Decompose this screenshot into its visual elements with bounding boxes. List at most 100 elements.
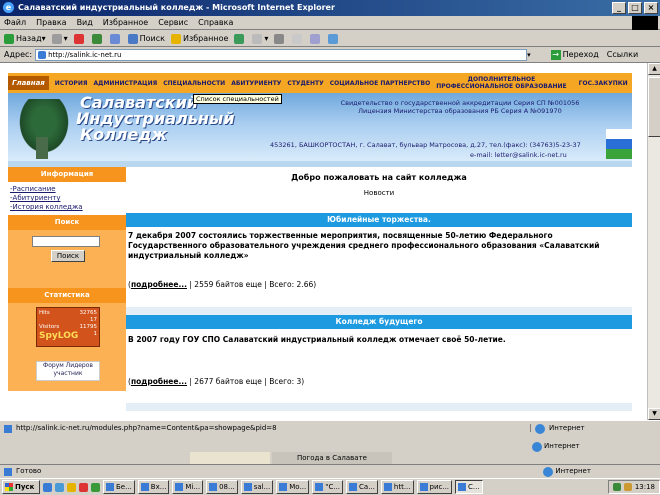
info-links: -Расписание -Абитуриенту -История коллед…: [8, 182, 126, 215]
task-6[interactable]: Мо...: [276, 480, 310, 494]
start-button[interactable]: Пуск: [2, 480, 40, 494]
article-1-text: 7 декабря 2007 состоялись торжественные …: [128, 231, 600, 260]
counter-value-2: 1: [93, 331, 98, 337]
flag-image: [606, 129, 632, 159]
windows-logo-icon: [632, 16, 658, 30]
task-11[interactable]: С...: [455, 480, 483, 494]
spylog-counter[interactable]: Hits 32765 17 Visitors 11795 SpyLOG 1: [36, 307, 100, 347]
task-3[interactable]: Mi...: [172, 480, 204, 494]
minimize-button[interactable]: _: [612, 2, 626, 14]
address-input[interactable]: http://salink.ic-net.ru: [35, 48, 528, 61]
nav-additional-line1: ДОПОЛНИТЕЛЬНОЕ: [467, 76, 536, 83]
messenger-button[interactable]: [328, 33, 340, 44]
quicklaunch-desktop-icon[interactable]: [55, 482, 64, 492]
menu-edit[interactable]: Правка: [36, 18, 66, 27]
link-applicant[interactable]: -Абитуриенту: [10, 194, 124, 203]
site-search-input[interactable]: [32, 236, 100, 247]
task-9[interactable]: htt...: [380, 480, 414, 494]
nav-specialties[interactable]: СПЕЦИАЛЬНОСТИ: [163, 80, 225, 87]
nav-home[interactable]: Главная: [8, 76, 49, 90]
stats-box: Hits 32765 17 Visitors 11795 SpyLOG 1 Форум…: [8, 303, 126, 391]
clock: 13:18: [634, 483, 655, 491]
window-title: Салаватский индустриальный колледж - Mic…: [18, 3, 335, 12]
article-2-text: В 2007 году ГОУ СПО Салаватский индустри…: [128, 335, 506, 344]
article-2-more-link[interactable]: подробнее...: [131, 377, 187, 386]
info-heading: Информация: [8, 167, 126, 182]
go-button[interactable]: → Переход: [550, 49, 599, 60]
site-search-button[interactable]: Поиск: [51, 250, 85, 262]
nav-applicant[interactable]: АБИТУРИЕНТУ: [231, 80, 281, 87]
task-5[interactable]: sal...: [240, 480, 274, 494]
vertical-scrollbar[interactable]: ▲ ▼: [647, 63, 660, 420]
edit-button[interactable]: [292, 33, 304, 44]
back-button[interactable]: Назад ▾: [4, 33, 46, 44]
maximize-button[interactable]: □: [628, 2, 642, 14]
history-button[interactable]: [234, 33, 246, 44]
star-icon: [170, 33, 181, 44]
discuss-button[interactable]: [310, 33, 322, 44]
hits-value: 32765: [79, 310, 98, 316]
window-controls: _ □ ×: [612, 2, 658, 14]
task-2[interactable]: Вх...: [137, 480, 170, 494]
forward-button[interactable]: ▾: [51, 33, 68, 44]
forum-subtitle: участник: [53, 370, 83, 377]
stop-button[interactable]: [73, 33, 86, 44]
scroll-thumb[interactable]: [648, 77, 660, 137]
weather-label[interactable]: Погода в Салавате: [272, 452, 392, 464]
quicklaunch-media-icon[interactable]: [79, 482, 88, 492]
link-college-history[interactable]: -История колледжа: [10, 203, 124, 212]
menu-file[interactable]: Файл: [4, 18, 26, 27]
tray-volume-icon[interactable]: [623, 483, 632, 491]
go-arrow-icon: →: [550, 49, 561, 60]
refresh-icon: [91, 33, 102, 44]
quicklaunch-outlook-icon[interactable]: [67, 482, 76, 492]
quicklaunch-ie-icon[interactable]: [43, 482, 52, 492]
scroll-up-icon[interactable]: ▲: [648, 63, 660, 75]
nav-procurement[interactable]: ГОС.ЗАКУПКИ: [579, 80, 628, 87]
separator-strip-2: [126, 403, 632, 411]
menu-help[interactable]: Справка: [198, 18, 233, 27]
college-email[interactable]: e-mail: letter@salink.ic-net.ru: [470, 151, 567, 159]
home-button[interactable]: [109, 33, 122, 44]
article-1-more-link[interactable]: подробнее...: [131, 280, 187, 289]
article-1-heading: Юбилейные торжества.: [126, 213, 632, 227]
back-label: Назад: [16, 34, 42, 43]
task-1[interactable]: Бе...: [103, 480, 135, 494]
refresh-button[interactable]: [91, 33, 104, 44]
quicklaunch-app-icon[interactable]: [91, 482, 100, 492]
address-dropdown-icon[interactable]: ▾: [527, 51, 531, 59]
tray-network-icon[interactable]: [612, 483, 621, 491]
menu-view[interactable]: Вид: [77, 18, 93, 27]
stop-icon: [73, 33, 84, 44]
menu-favorites[interactable]: Избранное: [103, 18, 148, 27]
menu-tools[interactable]: Сервис: [158, 18, 188, 27]
nav-administration[interactable]: АДМИНИСТРАЦИЯ: [93, 80, 157, 87]
task-8[interactable]: Са...: [346, 480, 378, 494]
window-titlebar: e Салаватский индустриальный колледж - M…: [0, 0, 660, 16]
task-10[interactable]: рис...: [416, 480, 453, 494]
hits-label: Hits: [39, 310, 50, 316]
status-bar: http://salink.ic-net.ru/modules.php?name…: [0, 420, 660, 434]
favorites-button[interactable]: Избранное: [170, 33, 229, 44]
task-7[interactable]: "С...: [312, 480, 344, 494]
print-button[interactable]: [274, 33, 286, 44]
nav-student[interactable]: СТУДЕНТУ: [287, 80, 323, 87]
favorites-label: Избранное: [182, 34, 229, 43]
discuss-icon: [310, 33, 321, 44]
toolbar: Назад ▾ ▾ Поиск Избранное ▾: [0, 31, 660, 47]
nav-partnership[interactable]: СОЦИАЛЬНОЕ ПАРТНЕРСТВО: [330, 80, 430, 87]
nav-history[interactable]: ИСТОРИЯ: [55, 80, 88, 87]
search-button[interactable]: Поиск: [127, 33, 165, 44]
taskbar: Пуск Бе... Вх... Mi... 08... sal... Мо..…: [0, 478, 660, 495]
edit-icon: [292, 33, 303, 44]
task-4[interactable]: 08...: [206, 480, 238, 494]
mail-button[interactable]: ▾: [252, 33, 268, 44]
links-button[interactable]: Ссылки: [607, 50, 638, 59]
nav-additional-education[interactable]: ДОПОЛНИТЕЛЬНОЕ ПРОФЕССИОНАЛЬНОЕ ОБРАЗОВА…: [436, 76, 572, 90]
link-schedule[interactable]: -Расписание: [10, 185, 124, 194]
close-button[interactable]: ×: [644, 2, 658, 14]
forum-leaders-banner[interactable]: Форум Лидеров участник: [36, 361, 100, 381]
spylog-logo: SpyLOG: [39, 331, 79, 341]
scroll-down-icon[interactable]: ▼: [648, 408, 660, 420]
visitors-label: Visitors: [39, 324, 60, 330]
